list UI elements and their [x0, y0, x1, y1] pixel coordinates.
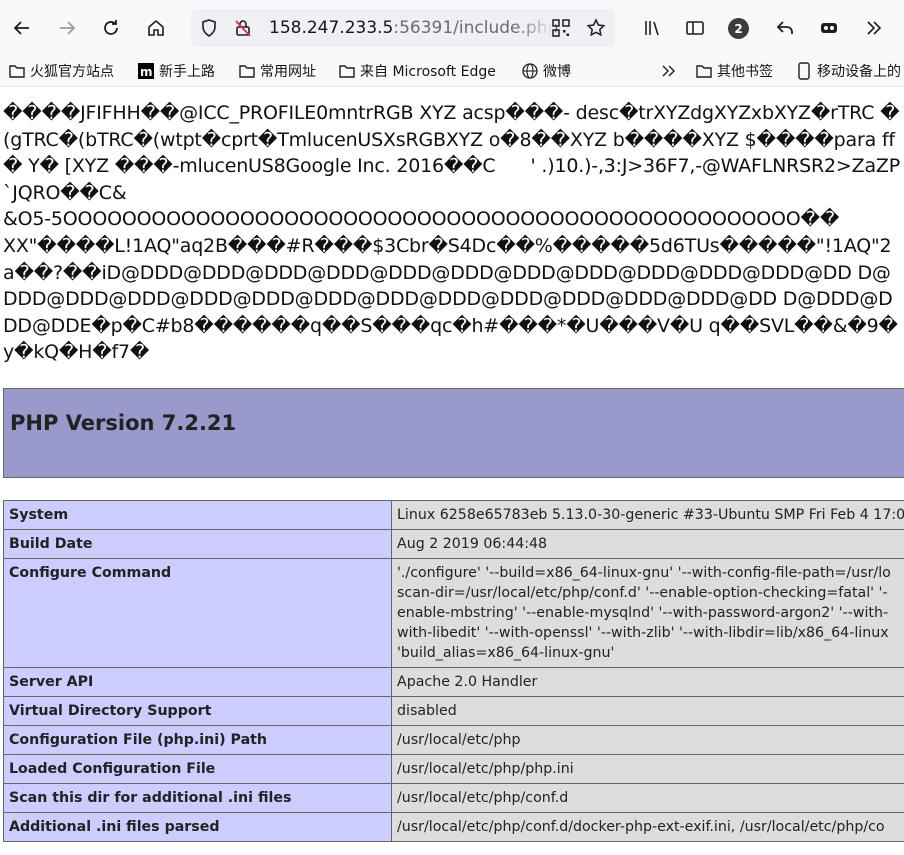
qr-code-icon[interactable] [547, 14, 575, 42]
table-row: Build Date Aug 2 2019 06:44:48 [3, 529, 904, 559]
info-value: Aug 2 2019 06:44:48 [391, 529, 904, 559]
bookmark-item[interactable]: 来自 Microsoft Edge [338, 61, 496, 81]
info-key: Server API [3, 667, 392, 697]
undo-arrow-icon[interactable] [771, 14, 799, 42]
info-value-line: enable-mbstring' '--enable-mysqlnd' '--w… [397, 605, 889, 621]
table-row: Configure Command './configure' '--build=… [3, 558, 904, 668]
folder-icon [339, 65, 355, 78]
home-icon[interactable] [142, 14, 170, 42]
info-value: disabled [391, 696, 904, 726]
star-bookmark-icon[interactable] [582, 14, 610, 42]
bookmark-label: 来自 Microsoft Edge [360, 64, 496, 80]
info-value: Apache 2.0 Handler [391, 667, 904, 697]
info-value: /usr/local/etc/php/conf.d/docker-php-ext… [391, 812, 904, 842]
folder-icon [9, 65, 25, 78]
phpinfo-table: System Linux 6258e65783eb 5.13.0-30-gener… [3, 500, 904, 842]
table-row: Configuration File (php.ini) Path/usr/lo… [3, 725, 904, 755]
info-value: /usr/local/etc/php/php.ini [391, 754, 904, 784]
folder-icon [696, 65, 712, 78]
info-key: Additional .ini files parsed [3, 812, 392, 842]
info-key: System [3, 500, 392, 530]
info-key: Scan this dir for additional .ini files [3, 783, 392, 813]
bookmark-label: 其他书签 [717, 64, 773, 80]
bookmark-item[interactable]: 移动设备上的 [795, 61, 901, 81]
address-bar[interactable]: 158.247.233.5:56391/include.php [191, 9, 615, 47]
mozilla-m-icon: m [138, 63, 154, 79]
bookmark-item[interactable]: 火狐官方站点 [8, 61, 114, 81]
info-value-line: Apache 2.0 Handler [397, 674, 538, 690]
library-icon[interactable] [638, 14, 666, 42]
info-value-line: /usr/local/etc/php [397, 732, 521, 748]
shield-icon[interactable] [195, 14, 223, 42]
info-value: /usr/local/etc/php/conf.d [391, 783, 904, 813]
account-badge-icon[interactable]: 2 [728, 18, 749, 39]
bookmark-label: 微博 [543, 64, 571, 80]
info-value-line: with-libedit' '--with-openssl' '--with-z… [397, 625, 889, 641]
svg-text:m: m [140, 65, 153, 79]
bookmark-item[interactable]: 微博 [521, 61, 571, 81]
bookmarks-bar: 火狐官方站点 m 新手上路 常用网址 来自 Microsoft Edge 微博 … [0, 56, 904, 87]
info-value-line: Aug 2 2019 06:44:48 [397, 536, 548, 552]
info-key: Configuration File (php.ini) Path [3, 725, 392, 755]
info-value: Linux 6258e65783eb 5.13.0-30-generic #33… [391, 500, 904, 530]
info-value-line: 'build_alias=x86_64-linux-gnu' [397, 645, 615, 661]
browser-toolbar: 158.247.233.5:56391/include.php 2 [0, 0, 904, 56]
table-row: System Linux 6258e65783eb 5.13.0-30-gener… [3, 500, 904, 530]
back-arrow-icon[interactable] [8, 14, 36, 42]
reload-icon[interactable] [97, 14, 125, 42]
forward-arrow-icon[interactable] [53, 14, 81, 42]
page-title: PHP Version 7.2.21 [10, 411, 237, 435]
globe-icon [522, 63, 538, 79]
binary-garbage-text: ����JFIFHH��@ICC_PROFILE0mntrRGB XYZ acs… [3, 102, 900, 364]
table-row: Additional .ini files parsed/usr/local/e… [3, 812, 904, 842]
info-value-line: scan-dir=/usr/local/etc/php/conf.d' '--e… [397, 585, 888, 601]
table-row: Server API Apache 2.0 Handler [3, 667, 904, 697]
php-version-header: PHP Version 7.2.21 [3, 388, 904, 478]
info-key: Virtual Directory Support [3, 696, 392, 726]
info-key: Loaded Configuration File [3, 754, 392, 784]
bookmarks-overflow-icon[interactable] [660, 61, 682, 81]
info-value-line: /usr/local/etc/php/conf.d [397, 790, 569, 806]
info-value: /usr/local/etc/php [391, 725, 904, 755]
info-value-line: Linux 6258e65783eb 5.13.0-30-generic #33… [397, 507, 904, 523]
bookmark-label: 火狐官方站点 [30, 64, 114, 80]
bookmark-item[interactable]: m 新手上路 [137, 61, 215, 81]
overflow-chevron-icon[interactable] [860, 14, 888, 42]
info-value-line: './configure' '--build=x86_64-linux-gnu'… [397, 565, 891, 581]
bookmark-label: 新手上路 [159, 64, 215, 80]
table-row: Scan this dir for additional .ini files /… [3, 783, 904, 813]
extension-mask-icon[interactable] [815, 14, 843, 42]
url-host: 158.247.233.5 [269, 18, 394, 38]
info-value-line: disabled [397, 703, 457, 719]
bookmark-label: 移动设备上的 [817, 64, 901, 80]
bookmark-label: 常用网址 [260, 64, 316, 80]
table-row: Virtual Directory Support disabled [3, 696, 904, 726]
table-row: Loaded Configuration File/usr/local/etc/… [3, 754, 904, 784]
bookmark-item[interactable]: 其他书签 [695, 61, 773, 81]
info-value: './configure' '--build=x86_64-linux-gnu'… [391, 558, 904, 668]
bookmark-item[interactable]: 常用网址 [238, 61, 316, 81]
info-key: Configure Command [3, 558, 392, 668]
info-value-line: /usr/local/etc/php/conf.d/docker-php-ext… [397, 819, 885, 835]
sidebar-icon[interactable] [681, 14, 709, 42]
mobile-icon [798, 62, 810, 80]
folder-icon [239, 65, 255, 78]
info-value-line: /usr/local/etc/php/php.ini [397, 761, 574, 777]
info-key: Build Date [3, 529, 392, 559]
insecure-lock-icon[interactable] [229, 14, 257, 42]
